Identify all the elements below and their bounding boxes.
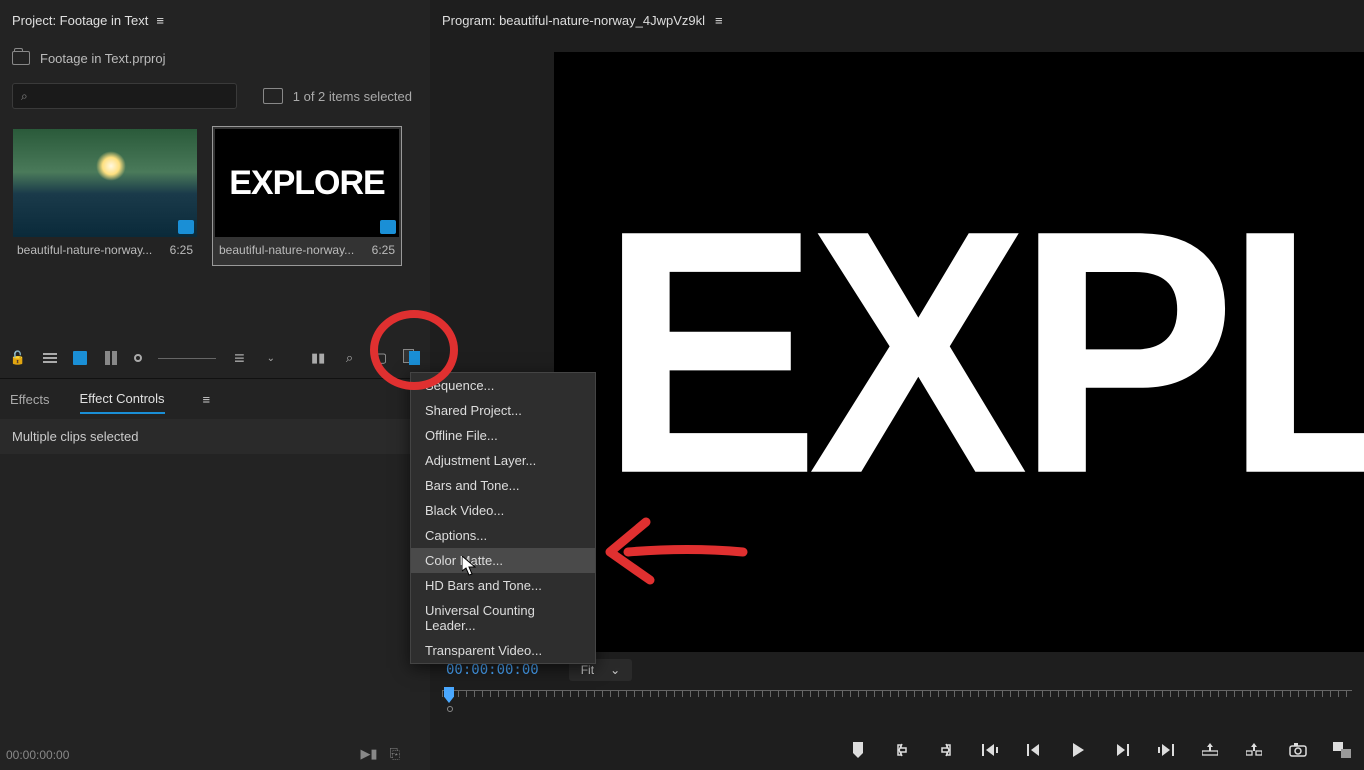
menu-item-hd-bars-and-tone[interactable]: HD Bars and Tone... <box>411 573 595 598</box>
sequence-badge-icon <box>380 220 396 234</box>
search-row: ⌕ 1 of 2 items selected <box>0 76 430 116</box>
effects-bottom-icons: ▶▮ ⎘ <box>360 746 400 762</box>
comparison-view-icon[interactable] <box>1332 740 1352 760</box>
effects-panel: Effects Effect Controls ≡ Multiple clips… <box>0 378 430 770</box>
effects-timecode: 00:00:00:00 <box>6 748 69 762</box>
hamburger-icon[interactable]: ≡ <box>715 13 723 28</box>
clip-item[interactable]: beautiful-nature-norway... 6:25 <box>10 126 200 266</box>
go-to-in-icon[interactable] <box>980 740 1000 760</box>
export-icon[interactable]: ⎘ <box>390 746 400 762</box>
export-frame-icon[interactable] <box>1288 740 1308 760</box>
mark-in-icon[interactable] <box>892 740 912 760</box>
transport-controls <box>848 740 1352 760</box>
new-item-context-menu: Sequence... Shared Project... Offline Fi… <box>410 372 596 664</box>
find-icon[interactable]: ⌕ <box>342 350 357 366</box>
clip-name: beautiful-nature-norway... <box>17 243 152 257</box>
play-icon[interactable]: ▶▮ <box>360 746 377 762</box>
menu-item-transparent-video[interactable]: Transparent Video... <box>411 638 595 663</box>
clips-area: beautiful-nature-norway... 6:25 EXPLORE … <box>0 116 430 276</box>
clip-item[interactable]: EXPLORE beautiful-nature-norway... 6:25 <box>212 126 402 266</box>
menu-item-shared-project[interactable]: Shared Project... <box>411 398 595 423</box>
project-title: Project: Footage in Text <box>12 13 148 28</box>
list-view-icon[interactable] <box>42 350 57 366</box>
new-item-icon[interactable] <box>405 351 420 365</box>
selection-status: 1 of 2 items selected <box>293 89 412 104</box>
menu-item-black-video[interactable]: Black Video... <box>411 498 595 523</box>
tab-effects[interactable]: Effects <box>10 386 50 413</box>
clip-name: beautiful-nature-norway... <box>219 243 354 257</box>
clip-thumbnail <box>13 129 197 237</box>
menu-item-offline-file[interactable]: Offline File... <box>411 423 595 448</box>
menu-item-universal-counting-leader[interactable]: Universal Counting Leader... <box>411 598 595 638</box>
zoom-slider-handle[interactable] <box>134 354 142 362</box>
menu-item-adjustment-layer[interactable]: Adjustment Layer... <box>411 448 595 473</box>
clips-selected-row: Multiple clips selected <box>0 419 430 454</box>
project-file-row[interactable]: Footage in Text.prproj <box>0 40 430 76</box>
mark-out-icon[interactable] <box>936 740 956 760</box>
project-panel-header: Project: Footage in Text ≡ <box>0 0 430 40</box>
sort-icon[interactable] <box>232 350 247 366</box>
clips-selected-label: Multiple clips selected <box>12 429 138 444</box>
program-monitor[interactable]: EXPLORE <box>554 52 1364 652</box>
chevron-down-icon: ⌄ <box>610 663 620 677</box>
lift-icon[interactable] <box>1200 740 1220 760</box>
play-icon[interactable] <box>1068 740 1088 760</box>
tab-effect-controls[interactable]: Effect Controls <box>80 385 165 414</box>
clip-duration: 6:25 <box>372 243 395 257</box>
clip-duration: 6:25 <box>170 243 193 257</box>
effects-tabs: Effects Effect Controls ≡ <box>0 379 430 419</box>
clip-label-row: beautiful-nature-norway... 6:25 <box>13 237 197 263</box>
thumb-text: EXPLORE <box>229 164 384 203</box>
menu-item-bars-and-tone[interactable]: Bars and Tone... <box>411 473 595 498</box>
extract-icon[interactable] <box>1244 740 1264 760</box>
search-icon: ⌕ <box>21 89 28 104</box>
sequence-badge-icon <box>178 220 194 234</box>
zoom-slider-track[interactable] <box>158 358 216 359</box>
hamburger-icon[interactable]: ≡ <box>203 392 211 407</box>
menu-item-color-matte[interactable]: Color Matte... <box>411 548 595 573</box>
project-file-name: Footage in Text.prproj <box>40 51 166 66</box>
program-timeline-ruler[interactable] <box>442 690 1352 720</box>
new-bin-button-icon[interactable]: ▢ <box>373 350 388 366</box>
folder-icon <box>12 51 30 65</box>
chevron-down-icon[interactable]: ⌄ <box>263 350 278 366</box>
hamburger-icon[interactable]: ≡ <box>156 13 164 28</box>
search-input[interactable]: ⌕ <box>12 83 237 109</box>
new-bin-icon[interactable] <box>263 88 283 104</box>
clip-label-row: beautiful-nature-norway... 6:25 <box>215 237 399 263</box>
ruler-marker-icon <box>447 706 453 712</box>
automate-to-sequence-icon[interactable]: ▮▮ <box>310 350 325 366</box>
menu-item-captions[interactable]: Captions... <box>411 523 595 548</box>
add-marker-icon[interactable] <box>848 740 868 760</box>
program-timecode[interactable]: 00:00:00:00 <box>446 662 539 678</box>
monitor-text: EXPLORE <box>600 179 1364 526</box>
clip-thumbnail: EXPLORE <box>215 129 399 237</box>
program-header: Program: beautiful-nature-norway_4JwpVz9… <box>430 0 1364 40</box>
freeform-view-icon[interactable] <box>103 350 118 366</box>
step-back-icon[interactable] <box>1024 740 1044 760</box>
ruler-track[interactable] <box>442 690 1352 702</box>
project-toolbar: 🔓 ⌄ ▮▮ ⌕ ▢ <box>0 338 430 378</box>
icon-view-icon[interactable] <box>73 351 86 365</box>
step-forward-icon[interactable] <box>1112 740 1132 760</box>
project-panel: Project: Footage in Text ≡ Footage in Te… <box>0 0 430 378</box>
menu-item-sequence[interactable]: Sequence... <box>411 373 595 398</box>
lock-icon[interactable]: 🔓 <box>10 350 26 366</box>
program-title: Program: beautiful-nature-norway_4JwpVz9… <box>442 13 705 28</box>
go-to-out-icon[interactable] <box>1156 740 1176 760</box>
fit-label: Fit <box>581 663 594 677</box>
playhead-icon[interactable] <box>444 687 454 703</box>
